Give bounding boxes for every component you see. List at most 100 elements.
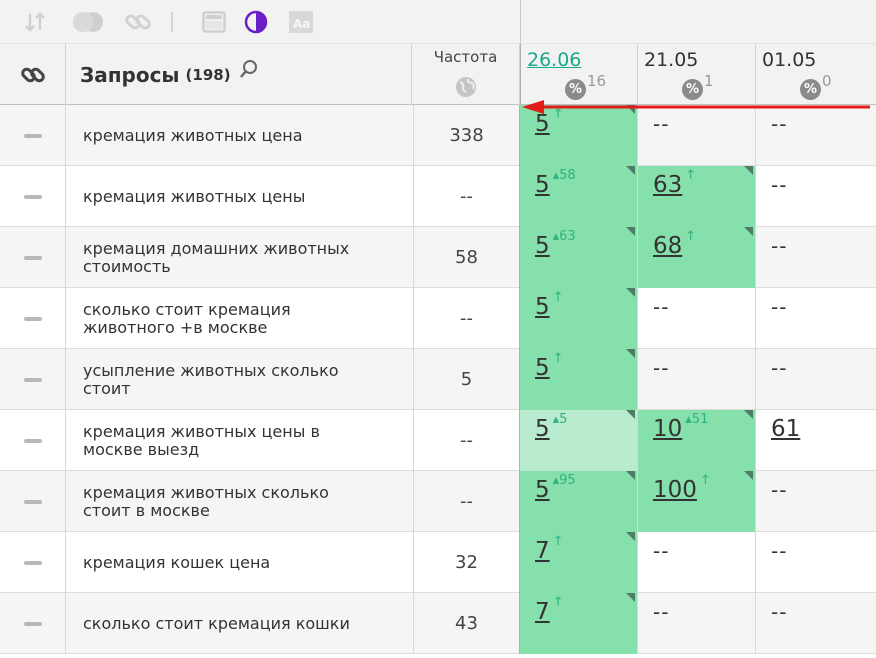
position-cell[interactable]: 5 ▴63 xyxy=(520,227,638,288)
header-date-2[interactable]: 21.05 % 1 xyxy=(638,44,756,105)
frequency-cell: -- xyxy=(414,410,520,471)
corner-marker-icon xyxy=(744,471,753,480)
search-icon[interactable] xyxy=(239,59,259,83)
toolbar-divider xyxy=(171,12,173,32)
position-value: -- xyxy=(771,356,788,380)
circles-icon[interactable] xyxy=(72,11,104,33)
table-row[interactable]: кремация домашних животных стоимость 58 5 ▴… xyxy=(0,227,876,288)
position-cell[interactable]: 100 ↑ xyxy=(638,471,756,532)
position-change: ▴5 xyxy=(552,412,568,427)
queries-count: (198) xyxy=(185,65,231,84)
header-queries[interactable]: Запросы (198) xyxy=(66,44,412,105)
query-text: кремация животных сколько стоит в москве xyxy=(83,482,329,520)
red-arrow-annotation xyxy=(522,100,870,114)
table-row[interactable]: сколько стоит кремация кошки 43 7 ↑ -- -- xyxy=(0,593,876,654)
position-value[interactable]: 5 xyxy=(535,477,550,503)
position-cell[interactable]: 61 xyxy=(756,410,876,471)
frequency-cell: 5 xyxy=(414,349,520,410)
position-value[interactable]: 61 xyxy=(771,416,800,442)
position-value[interactable]: 5 xyxy=(535,355,550,381)
position-cell: -- xyxy=(638,593,756,654)
position-value: -- xyxy=(771,234,788,258)
link-status-cell[interactable] xyxy=(0,105,66,166)
font-icon[interactable]: Aa xyxy=(288,11,314,33)
position-change: ↑ xyxy=(552,290,564,305)
table-row[interactable]: кремация животных цены -- 5 ▴58 63 ↑ -- xyxy=(0,166,876,227)
position-value[interactable]: 68 xyxy=(653,233,682,259)
position-value: -- xyxy=(653,295,670,319)
position-change: ↑ xyxy=(552,595,564,610)
position-cell[interactable]: 5 ▴58 xyxy=(520,166,638,227)
position-value[interactable]: 5 xyxy=(535,172,550,198)
position-value[interactable]: 7 xyxy=(535,538,550,564)
link-status-cell[interactable] xyxy=(0,349,66,410)
table-row[interactable]: сколько стоит кремация животного +в моск… xyxy=(0,288,876,349)
position-cell[interactable]: 5 ↑ xyxy=(520,105,638,166)
table-row[interactable]: кремация животных сколько стоит в москве… xyxy=(0,471,876,532)
table-row[interactable]: кремация животных цена 338 5 ↑ -- -- xyxy=(0,105,876,166)
minus-icon xyxy=(23,621,42,626)
position-change: ▴95 xyxy=(552,473,576,488)
minus-icon xyxy=(23,377,42,382)
position-cell[interactable]: 5 ↑ xyxy=(520,288,638,349)
table-row[interactable]: кремация животных цены в москве выезд -- 5… xyxy=(0,410,876,471)
position-value[interactable]: 5 xyxy=(535,294,550,320)
table-row[interactable]: усыпление животных сколько стоит 5 5 ↑ -- -- xyxy=(0,349,876,410)
position-cell[interactable]: 63 ↑ xyxy=(638,166,756,227)
header-date-1[interactable]: 26.06 % 16 xyxy=(520,44,638,105)
position-value: -- xyxy=(771,295,788,319)
date-label[interactable]: 01.05 xyxy=(762,49,876,71)
position-cell: -- xyxy=(756,288,876,349)
link-status-cell[interactable] xyxy=(0,166,66,227)
query-text: кремация животных цена xyxy=(83,125,303,145)
position-value[interactable]: 5 xyxy=(535,416,550,442)
position-change: ↑ xyxy=(699,473,711,488)
position-value[interactable]: 5 xyxy=(535,111,550,137)
corner-marker-icon xyxy=(626,227,635,236)
position-value[interactable]: 100 xyxy=(653,477,697,503)
position-value: -- xyxy=(771,112,788,136)
minus-icon xyxy=(23,316,42,321)
date-label[interactable]: 21.05 xyxy=(644,49,755,71)
link-icon[interactable] xyxy=(124,11,152,33)
position-value: -- xyxy=(653,600,670,624)
position-cell[interactable]: 7 ↑ xyxy=(520,532,638,593)
position-cell: -- xyxy=(756,166,876,227)
header-date-3[interactable]: 01.05 % 0 xyxy=(756,44,876,105)
position-cell[interactable]: 5 ▴5 xyxy=(520,410,638,471)
position-value[interactable]: 7 xyxy=(535,599,550,625)
link-status-cell[interactable] xyxy=(0,471,66,532)
link-status-cell[interactable] xyxy=(0,532,66,593)
position-change: ↑ xyxy=(685,168,697,183)
position-value[interactable]: 63 xyxy=(653,172,682,198)
position-cell[interactable]: 68 ↑ xyxy=(638,227,756,288)
contrast-icon[interactable] xyxy=(244,10,268,34)
header-link-column[interactable] xyxy=(0,44,66,105)
frequency-cell: 32 xyxy=(414,532,520,593)
link-status-cell[interactable] xyxy=(0,288,66,349)
position-cell[interactable]: 5 ▴95 xyxy=(520,471,638,532)
link-status-cell[interactable] xyxy=(0,227,66,288)
serp-position-table: Aa Запросы (198) Частота 26.06 % 16 21.0… xyxy=(0,0,876,658)
position-value[interactable]: 10 xyxy=(653,416,682,442)
percent-value: 1 xyxy=(704,72,714,90)
position-cell[interactable]: 10 ▴51 xyxy=(638,410,756,471)
table-row[interactable]: кремация кошек цена 32 7 ↑ -- -- xyxy=(0,532,876,593)
position-cell[interactable]: 7 ↑ xyxy=(520,593,638,654)
position-value[interactable]: 5 xyxy=(535,233,550,259)
header-frequency[interactable]: Частота xyxy=(412,44,520,105)
window-icon[interactable] xyxy=(202,11,226,33)
corner-marker-icon xyxy=(744,227,753,236)
link-status-cell[interactable] xyxy=(0,593,66,654)
position-value: -- xyxy=(771,173,788,197)
query-text: кремация животных цены в москве выезд xyxy=(83,421,320,459)
query-cell: сколько стоит кремация животного +в моск… xyxy=(66,288,414,349)
position-cell[interactable]: 5 ↑ xyxy=(520,349,638,410)
corner-marker-icon xyxy=(626,410,635,419)
query-cell: кремация животных сколько стоит в москве xyxy=(66,471,414,532)
position-value: -- xyxy=(653,356,670,380)
link-status-cell[interactable] xyxy=(0,410,66,471)
corner-marker-icon xyxy=(744,166,753,175)
sort-icon[interactable] xyxy=(24,11,46,33)
date-label[interactable]: 26.06 xyxy=(527,49,637,71)
